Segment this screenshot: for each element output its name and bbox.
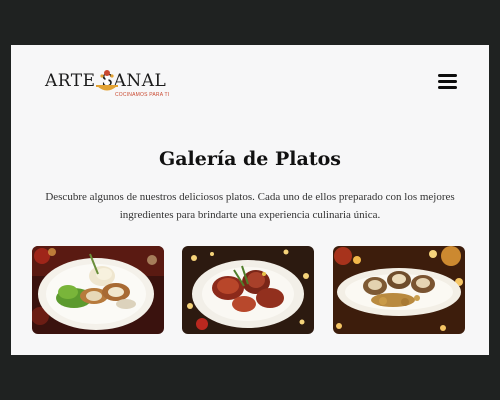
menu-bar bbox=[438, 80, 457, 83]
menu-bar bbox=[438, 74, 457, 77]
photo-gallery bbox=[32, 246, 466, 334]
dish-photo-1[interactable] bbox=[32, 246, 164, 334]
section-description: Descubre algunos de nuestros deliciosos … bbox=[45, 191, 455, 221]
logo-tagline: COCINAMOS PARA TI bbox=[115, 92, 170, 98]
dish-image bbox=[32, 246, 164, 334]
brand-logo[interactable]: ARTE SANAL COCINAMOS PARA TI bbox=[45, 67, 175, 103]
section-title: Galería de Platos bbox=[159, 148, 341, 170]
dish-image bbox=[182, 246, 314, 334]
dish-photo-3[interactable] bbox=[333, 246, 465, 334]
dish-photo-2[interactable] bbox=[182, 246, 314, 334]
menu-bar bbox=[438, 86, 457, 89]
dish-image bbox=[333, 246, 465, 334]
page-card: ARTE SANAL COCINAMOS PARA TI Galería de … bbox=[11, 45, 489, 355]
hamburger-menu-icon[interactable] bbox=[438, 73, 457, 90]
